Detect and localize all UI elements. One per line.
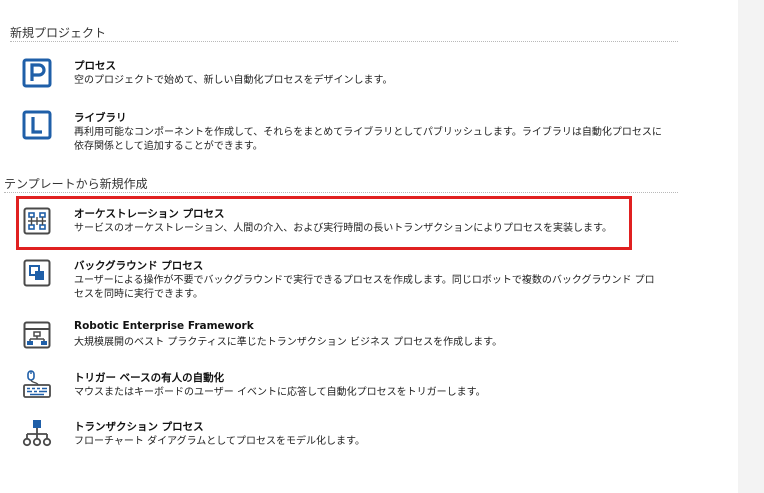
section-header-new-project: 新規プロジェクト <box>10 26 107 40</box>
item-title: ライブラリ <box>74 112 127 124</box>
item-description: 大規模展開のベスト プラクティスに準じたトランザクション ビジネス プロセスを作… <box>74 337 503 348</box>
item-description: マウスまたはキーボードのユーザー イベントに応答して自動化プロセスをトリガーしま… <box>74 387 486 398</box>
background-process-icon <box>22 258 52 288</box>
item-title: バックグラウンド プロセス <box>74 260 204 272</box>
new-project-panel: 新規プロジェクト プロセス 空のプロジェクトで始めて、新しい自動化プロセスをデザ… <box>0 0 738 493</box>
framework-icon <box>22 320 52 350</box>
trigger-mouse-keyboard-icon <box>22 370 52 400</box>
item-title: トランザクション プロセス <box>74 421 204 433</box>
section-header-from-template: テンプレートから新規作成 <box>4 177 148 191</box>
item-description: フローチャート ダイアグラムとしてプロセスをモデル化します。 <box>74 436 365 447</box>
item-title: プロセス <box>74 60 116 72</box>
flowchart-icon <box>22 419 52 449</box>
item-description: 再利用可能なコンポーネントを作成して、それらをまとめてライブラリとしてパブリッシ… <box>74 127 662 152</box>
section-divider <box>10 41 678 42</box>
item-description: 空のプロジェクトで始めて、新しい自動化プロセスをデザインします。 <box>74 75 393 86</box>
library-l-icon <box>22 110 52 140</box>
item-title: トリガー ベースの有人の自動化 <box>74 372 225 384</box>
item-title: Robotic Enterprise Framework <box>74 320 254 332</box>
selection-highlight <box>16 196 632 250</box>
process-p-icon <box>22 58 52 88</box>
section-divider <box>4 192 678 193</box>
item-description: ユーザーによる操作が不要でバックグラウンドで実行できるプロセスを作成します。同じ… <box>74 275 655 300</box>
